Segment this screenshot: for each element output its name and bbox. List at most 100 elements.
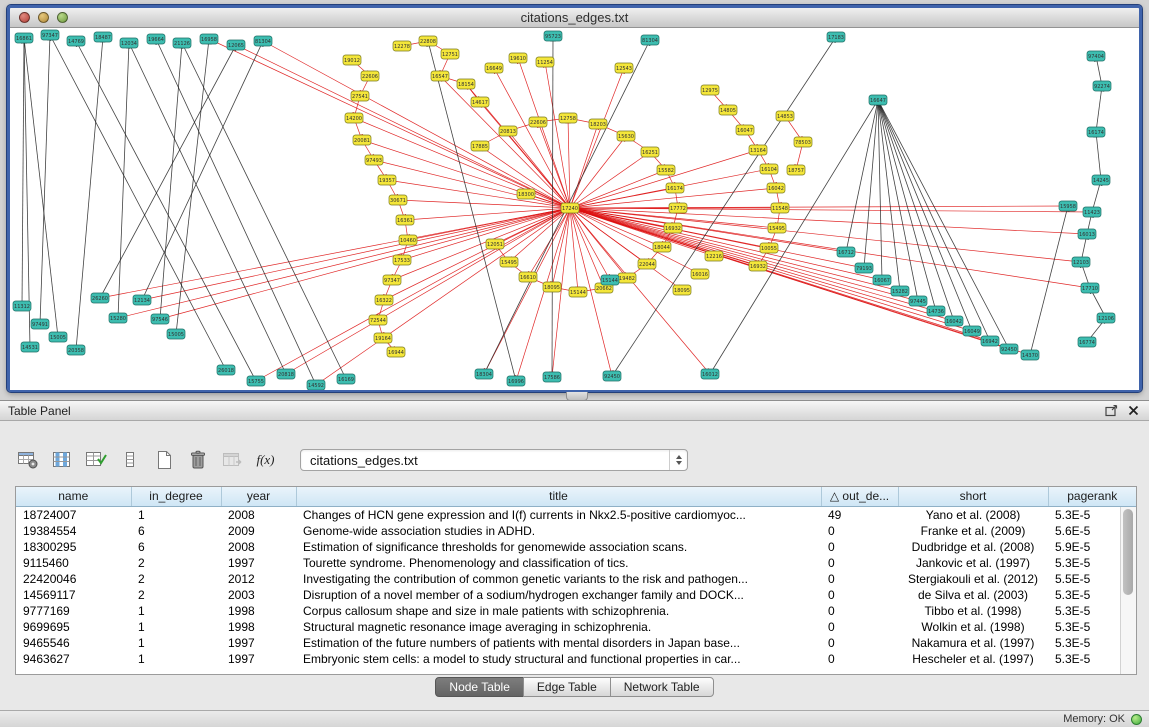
graph-node[interactable]: 12034	[120, 38, 138, 48]
graph-node[interactable]: 15755	[247, 376, 265, 386]
graph-node[interactable]: 95723	[544, 31, 562, 41]
table-cell[interactable]: 6	[131, 523, 221, 539]
graph-node[interactable]: 18095	[543, 282, 561, 292]
table-cell[interactable]: 0	[821, 523, 898, 539]
graph-node[interactable]: 10460	[399, 235, 417, 245]
graph-node[interactable]: 16932	[664, 223, 682, 233]
graph-node[interactable]: 17772	[669, 203, 687, 213]
table-cell[interactable]: Tourette syndrome. Phenomenology and cla…	[296, 555, 821, 571]
graph-node[interactable]: 20081	[353, 135, 371, 145]
table-mode-gear-icon[interactable]	[14, 447, 41, 474]
graph-node[interactable]: 97546	[151, 314, 169, 324]
graph-node[interactable]: 14531	[21, 342, 39, 352]
window-zoom-button[interactable]	[57, 12, 68, 23]
table-row[interactable]: 1830029562008Estimation of significance …	[16, 539, 1136, 555]
table-cell[interactable]: 2	[131, 555, 221, 571]
graph-node[interactable]: 15958	[1059, 201, 1077, 211]
graph-node[interactable]: 16712	[837, 247, 855, 257]
table-cell[interactable]: 49	[821, 506, 898, 523]
close-panel-icon[interactable]	[1125, 404, 1141, 418]
graph-node[interactable]: 15144	[569, 287, 587, 297]
graph-node[interactable]: 18757	[787, 165, 805, 175]
graph-node[interactable]: 15005	[49, 332, 67, 342]
column-header-name[interactable]: name	[16, 487, 131, 506]
select-columns-check-icon[interactable]	[82, 447, 109, 474]
table-cell[interactable]: 1997	[221, 651, 296, 667]
graph-node[interactable]: 14592	[307, 380, 325, 390]
table-cell[interactable]: 9463627	[16, 651, 131, 667]
table-cell[interactable]: Estimation of significance thresholds fo…	[296, 539, 821, 555]
window-close-button[interactable]	[19, 12, 30, 23]
column-header-in_degree[interactable]: in_degree	[131, 487, 221, 506]
table-cell[interactable]: Corpus callosum shape and size in male p…	[296, 603, 821, 619]
graph-node[interactable]: 97404	[1087, 51, 1105, 61]
table-cell[interactable]: 1	[131, 506, 221, 523]
tab-edge-table[interactable]: Edge Table	[523, 677, 611, 697]
column-header-year[interactable]: year	[221, 487, 296, 506]
table-cell[interactable]: 1998	[221, 603, 296, 619]
graph-node[interactable]: 15630	[617, 131, 635, 141]
table-cell[interactable]: 22420046	[16, 571, 131, 587]
table-cell[interactable]: Tibbo et al. (1998)	[898, 603, 1048, 619]
graph-node[interactable]: 72544	[369, 315, 387, 325]
graph-node[interactable]: 12543	[615, 63, 633, 73]
graph-node[interactable]: 16647	[869, 95, 887, 105]
graph-node[interactable]: 19610	[509, 53, 527, 63]
table-cell[interactable]: Stergiakouli et al. (2012)	[898, 571, 1048, 587]
graph-node[interactable]: 16361	[396, 215, 414, 225]
table-cell[interactable]: de Silva et al. (2003)	[898, 587, 1048, 603]
graph-node[interactable]: 15495	[500, 257, 518, 267]
graph-node[interactable]: 16042	[945, 316, 963, 326]
graph-node[interactable]: 19164	[374, 333, 392, 343]
graph-node[interactable]: 16042	[767, 183, 785, 193]
graph-node[interactable]: 14245	[1092, 175, 1110, 185]
graph-node[interactable]: 16049	[963, 326, 981, 336]
table-select-dropdown[interactable]: citations_edges.txt	[300, 449, 688, 471]
table-cell[interactable]: 1	[131, 651, 221, 667]
graph-node[interactable]: 12051	[486, 239, 504, 249]
graph-node[interactable]: 17885	[471, 141, 489, 151]
graph-node[interactable]: 18154	[457, 79, 475, 89]
table-cell[interactable]: 2008	[221, 506, 296, 523]
table-vertical-scrollbar[interactable]	[1120, 507, 1136, 674]
graph-node[interactable]: 12751	[441, 49, 459, 59]
table-cell[interactable]: 2009	[221, 523, 296, 539]
graph-node[interactable]: 97347	[383, 275, 401, 285]
graph-node[interactable]: 19357	[378, 175, 396, 185]
graph-node[interactable]: 19482	[618, 273, 636, 283]
table-cell[interactable]: Wolkin et al. (1998)	[898, 619, 1048, 635]
table-cell[interactable]: 0	[821, 619, 898, 635]
table-row[interactable]: 1456911722003Disruption of a novel membe…	[16, 587, 1136, 603]
graph-node[interactable]: 78503	[794, 137, 812, 147]
graph-node[interactable]: 18487	[94, 32, 112, 42]
graph-node[interactable]: 11548	[771, 203, 789, 213]
graph-node[interactable]: 16610	[519, 272, 537, 282]
graph-node[interactable]: 12758	[559, 113, 577, 123]
table-cell[interactable]: 0	[821, 571, 898, 587]
row-height-icon[interactable]	[116, 447, 143, 474]
graph-node[interactable]: 22606	[361, 71, 379, 81]
graph-node[interactable]: 21126	[173, 38, 191, 48]
table-cell[interactable]: Dudbridge et al. (2008)	[898, 539, 1048, 555]
graph-node[interactable]: 92450	[1000, 344, 1018, 354]
table-cell[interactable]: 9699695	[16, 619, 131, 635]
table-cell[interactable]: 0	[821, 651, 898, 667]
table-cell[interactable]: 1997	[221, 555, 296, 571]
graph-node[interactable]: 22808	[419, 36, 437, 46]
graph-node[interactable]: 17240	[561, 203, 579, 213]
graph-node[interactable]: 10055	[760, 243, 778, 253]
graph-node[interactable]: 15005	[167, 329, 185, 339]
table-row[interactable]: 946362711997Embryonic stem cells: a mode…	[16, 651, 1136, 667]
delete-table-trash-icon[interactable]	[184, 447, 211, 474]
graph-node[interactable]: 12065	[227, 40, 245, 50]
table-cell[interactable]: Genome-wide association studies in ADHD.	[296, 523, 821, 539]
table-cell[interactable]: Franke et al. (2009)	[898, 523, 1048, 539]
function-builder-icon[interactable]: f(x)	[252, 447, 279, 474]
window-minimize-button[interactable]	[38, 12, 49, 23]
table-cell[interactable]: Jankovic et al. (1997)	[898, 555, 1048, 571]
graph-node[interactable]: 16016	[691, 269, 709, 279]
graph-node[interactable]: 22606	[529, 117, 547, 127]
graph-node[interactable]: 81304	[641, 35, 659, 45]
graph-node[interactable]: 97493	[365, 155, 383, 165]
graph-node[interactable]: 11423	[1083, 207, 1101, 217]
